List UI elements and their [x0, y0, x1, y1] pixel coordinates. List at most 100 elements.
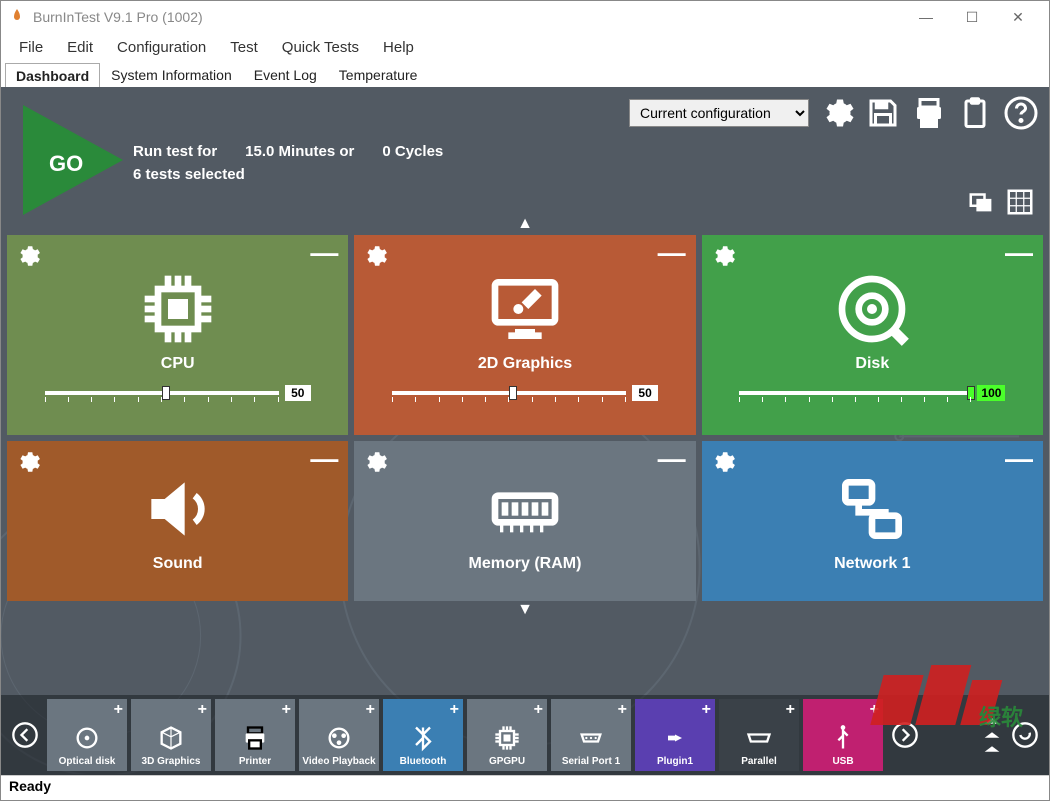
tile-settings-icon[interactable] [710, 243, 736, 269]
strip-reset-button[interactable] [1007, 717, 1043, 753]
inactive-parallel[interactable]: +Parallel [719, 699, 799, 771]
tile-disk[interactable]: — Disk 100 [702, 235, 1043, 435]
cpu-icon [138, 269, 218, 349]
add-icon[interactable]: + [114, 701, 123, 719]
minimize-button[interactable]: — [903, 1, 949, 33]
bluetooth-icon [409, 724, 437, 752]
add-icon[interactable]: + [450, 701, 459, 719]
ram-icon [485, 469, 565, 549]
tab-system-information[interactable]: System Information [100, 62, 243, 87]
cube-icon [157, 724, 185, 752]
print-icon[interactable] [911, 95, 947, 131]
sound-icon [138, 469, 218, 549]
add-icon[interactable]: + [534, 701, 543, 719]
tile-network[interactable]: — Network 1 [702, 441, 1043, 601]
inactive-plugin[interactable]: +Plugin1 [635, 699, 715, 771]
tabbar: Dashboard System Information Event Log T… [1, 61, 1049, 87]
tile-settings-icon[interactable] [362, 243, 388, 269]
grid-view-icon[interactable] [1005, 187, 1035, 217]
inactive-video-playback[interactable]: +Video Playback [299, 699, 379, 771]
strip-expand-button[interactable] [981, 714, 1003, 756]
slider-value: 50 [632, 385, 658, 401]
toolbar: Current configuration [629, 95, 1039, 131]
tile-2d-graphics[interactable]: — 2D Graphics 50 [354, 235, 695, 435]
dashboard-panel: GO Run test for 15.0 Minutes or 0 Cycles… [1, 87, 1049, 775]
inactive-bluetooth[interactable]: +Bluetooth [383, 699, 463, 771]
tile-remove-icon[interactable]: — [658, 245, 686, 261]
tile-label: 2D Graphics [478, 355, 572, 373]
menu-test[interactable]: Test [220, 35, 268, 60]
app-icon [9, 9, 25, 25]
tile-label: Network 1 [834, 555, 910, 573]
menu-configuration[interactable]: Configuration [107, 35, 216, 60]
plug-icon [661, 724, 689, 752]
serial-icon [577, 724, 605, 752]
menu-file[interactable]: File [9, 35, 53, 60]
tile-slider[interactable]: 50 [45, 385, 311, 401]
tests-selected: 6 tests selected [133, 166, 443, 183]
close-button[interactable]: ✕ [995, 1, 1041, 33]
tile-remove-icon[interactable]: — [310, 245, 338, 261]
disc-icon [73, 724, 101, 752]
menubar: File Edit Configuration Test Quick Tests… [1, 33, 1049, 61]
tile-label: Sound [153, 555, 203, 573]
titlebar: BurnInTest V9.1 Pro (1002) — ☐ ✕ [1, 1, 1049, 33]
view-toggle [967, 187, 1035, 217]
usb-icon [829, 724, 857, 752]
tile-slider[interactable]: 100 [739, 385, 1005, 401]
parallel-icon [745, 724, 773, 752]
go-button[interactable]: GO [13, 95, 123, 205]
config-select[interactable]: Current configuration [629, 99, 809, 127]
help-icon[interactable] [1003, 95, 1039, 131]
menu-edit[interactable]: Edit [57, 35, 103, 60]
tile-label: Disk [855, 355, 889, 373]
tab-dashboard[interactable]: Dashboard [5, 63, 100, 88]
tab-temperature[interactable]: Temperature [328, 62, 429, 87]
tile-settings-icon[interactable] [362, 449, 388, 475]
inactive-usb[interactable]: +USB [803, 699, 883, 771]
tile-remove-icon[interactable]: — [1005, 245, 1033, 261]
tile-remove-icon[interactable]: — [658, 451, 686, 467]
tile-view-icon[interactable] [967, 187, 997, 217]
tile-sound[interactable]: — Sound [7, 441, 348, 601]
tile-memory[interactable]: — Memory (RAM) [354, 441, 695, 601]
tile-slider[interactable]: 50 [392, 385, 658, 401]
scroll-down-icon[interactable]: ▼ [1, 599, 1049, 621]
inactive-optical-disk[interactable]: +Optical disk [47, 699, 127, 771]
run-cycles: 0 Cycles [382, 143, 443, 160]
maximize-button[interactable]: ☐ [949, 1, 995, 33]
tile-settings-icon[interactable] [710, 449, 736, 475]
add-icon[interactable]: + [198, 701, 207, 719]
inactive-gpgpu[interactable]: +GPGPU [467, 699, 547, 771]
settings-icon[interactable] [819, 95, 855, 131]
add-icon[interactable]: + [282, 701, 291, 719]
inactive-printer[interactable]: +Printer [215, 699, 295, 771]
add-icon[interactable]: + [618, 701, 627, 719]
inactive-tests-strip: +Optical disk +3D Graphics +Printer +Vid… [1, 695, 1049, 775]
tile-settings-icon[interactable] [15, 243, 41, 269]
tiles-area-row2: — Sound — Memory (RAM) — Network 1 [1, 441, 1049, 601]
menu-help[interactable]: Help [373, 35, 424, 60]
tiles-area: — CPU 50 — 2D Graphics 50 — Disk [1, 235, 1049, 435]
strip-next-button[interactable] [887, 705, 923, 765]
add-icon[interactable]: + [786, 701, 795, 719]
tile-cpu[interactable]: — CPU 50 [7, 235, 348, 435]
inactive-serial-port[interactable]: +Serial Port 1 [551, 699, 631, 771]
tab-event-log[interactable]: Event Log [243, 62, 328, 87]
disk-icon [832, 269, 912, 349]
tile-settings-icon[interactable] [15, 449, 41, 475]
add-icon[interactable]: + [366, 701, 375, 719]
slider-value: 50 [285, 385, 311, 401]
add-icon[interactable]: + [702, 701, 711, 719]
tile-remove-icon[interactable]: — [1005, 451, 1033, 467]
run-minutes: 15.0 Minutes or [245, 143, 354, 160]
clipboard-icon[interactable] [957, 95, 993, 131]
inactive-3d-graphics[interactable]: +3D Graphics [131, 699, 211, 771]
tile-remove-icon[interactable]: — [310, 451, 338, 467]
status-text: Ready [9, 778, 51, 794]
scroll-up-icon[interactable]: ▲ [1, 213, 1049, 235]
strip-prev-button[interactable] [7, 705, 43, 765]
add-icon[interactable]: + [870, 701, 879, 719]
menu-quick-tests[interactable]: Quick Tests [272, 35, 369, 60]
save-icon[interactable] [865, 95, 901, 131]
